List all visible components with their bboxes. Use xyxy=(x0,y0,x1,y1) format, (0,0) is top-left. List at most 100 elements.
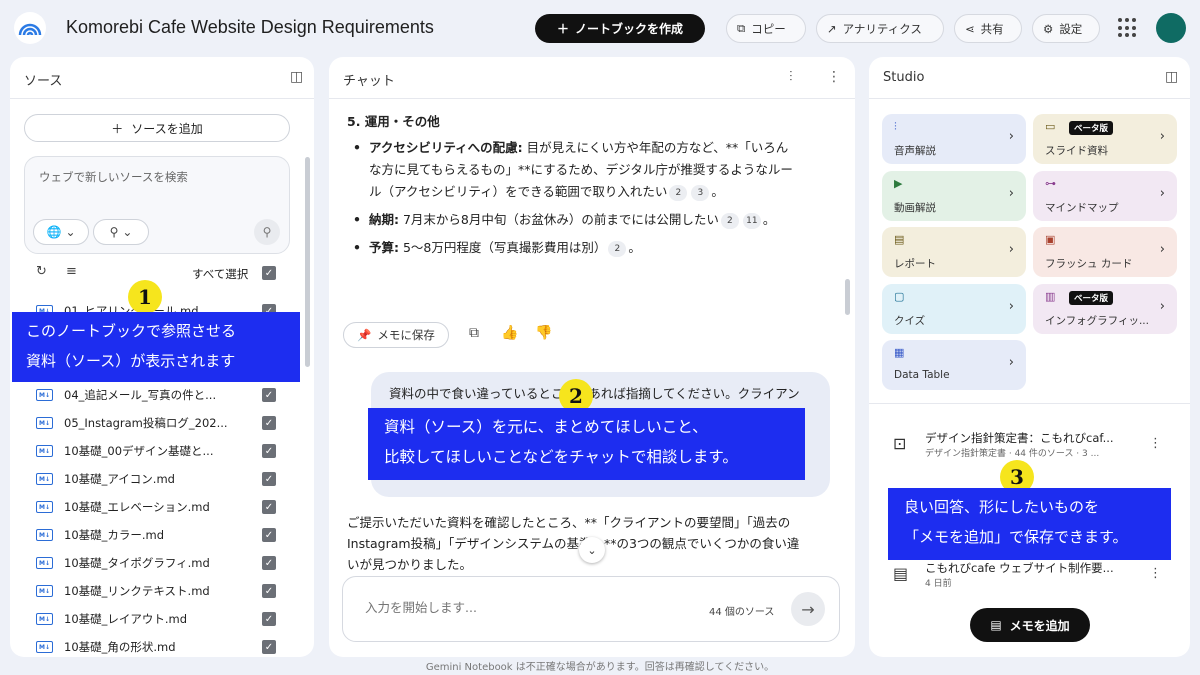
report-icon: ⊡ xyxy=(893,434,907,453)
studio-tile[interactable]: ⊶ マインドマップ › xyxy=(1033,170,1177,221)
citation-chip[interactable]: 2 xyxy=(669,185,688,201)
source-item[interactable]: M↓ 10基礎_リンクテキスト.md ✓ xyxy=(24,577,290,605)
source-checkbox[interactable]: ✓ xyxy=(262,500,276,514)
studio-tile[interactable]: ▣ フラッシュ カード › xyxy=(1033,227,1177,277)
search-mode-dropdown[interactable]: ⚲ ⌄ xyxy=(93,219,149,245)
thumbs-down-icon[interactable]: 👎 xyxy=(535,325,552,341)
source-checkbox[interactable]: ✓ xyxy=(262,612,276,626)
plus-icon: ＋ xyxy=(556,22,569,36)
sources-header: ソース ◫ xyxy=(10,57,314,99)
pin-icon: 📌 xyxy=(357,328,372,342)
add-source-button[interactable]: ＋ ソースを追加 xyxy=(24,114,290,142)
source-item[interactable]: M↓ 05_Instagram投稿ログ_202... ✓ xyxy=(24,409,290,437)
citation-chip[interactable]: 11 xyxy=(742,213,761,229)
callout-1-line2: 資料（ソース）が表示されます xyxy=(26,352,236,370)
copy-icon[interactable]: ⧉ xyxy=(469,325,479,341)
more-vert-icon[interactable]: ⋮ xyxy=(1149,566,1162,581)
source-count: 44 個のソース xyxy=(709,607,775,618)
bullet-item: 納期: 7月末から8月中旬（お盆休み）の前までには公開したい211。 xyxy=(347,209,797,231)
share-button[interactable]: ⋖ 共有 xyxy=(954,14,1022,43)
save-to-note-button[interactable]: 📌 メモに保存 xyxy=(343,322,449,348)
markdown-file-icon: M↓ xyxy=(36,641,53,653)
studio-tile-label: Data Table xyxy=(894,369,950,381)
source-item[interactable]: M↓ 10基礎_角の形状.md ✓ xyxy=(24,633,290,657)
source-checkbox[interactable]: ✓ xyxy=(262,472,276,486)
quiz-icon: ▢ xyxy=(894,289,905,303)
studio-tile[interactable]: ⫶ 音声解説 › xyxy=(882,114,1026,164)
tune-icon[interactable]: ⫶ xyxy=(789,69,793,85)
source-item[interactable]: M↓ 10基礎_カラー.md ✓ xyxy=(24,521,290,549)
trend-icon: ↗ xyxy=(827,21,837,36)
refresh-icon[interactable]: ↻ xyxy=(36,264,47,279)
studio-tile[interactable]: ▦ Data Table › xyxy=(882,340,1026,390)
avatar[interactable] xyxy=(1156,13,1186,43)
notebook-title[interactable]: Komorebi Cafe Website Design Requirement… xyxy=(66,17,434,38)
citation-chip[interactable]: 3 xyxy=(691,185,710,201)
analytics-label: アナリティクス xyxy=(842,21,922,36)
more-vert-icon[interactable]: ⋮ xyxy=(827,69,841,85)
source-checkbox[interactable]: ✓ xyxy=(262,528,276,542)
more-vert-icon[interactable]: ⋮ xyxy=(1149,436,1162,451)
studio-tile[interactable]: ▢ クイズ › xyxy=(882,283,1026,334)
studio-panel: Studio ◫ ⫶ 音声解説 › ▭ ベータ版 スライド資料 › ▶ 動画解説 › ⊶ マインドマッ… xyxy=(869,57,1190,657)
search-submit-button[interactable]: ⚲ xyxy=(254,219,280,245)
studio-tile-label: 動画解説 xyxy=(894,201,936,214)
create-notebook-button[interactable]: ＋ ノートブックを作成 xyxy=(535,14,705,43)
select-all-checkbox[interactable]: ✓ xyxy=(262,266,276,280)
source-checkbox[interactable]: ✓ xyxy=(262,444,276,458)
citation-chip[interactable]: 2 xyxy=(720,213,739,229)
source-item[interactable]: M↓ 10基礎_エレベーション.md ✓ xyxy=(24,493,290,521)
markdown-file-icon: M↓ xyxy=(36,557,53,569)
note-item[interactable]: ⊡ デザイン指針策定書：こもれびcaf... デザイン指針策定書 · 44 件のソー… xyxy=(887,430,1177,464)
source-item-label: 05_Instagram投稿ログ_202... xyxy=(64,416,228,430)
sort-icon[interactable]: ≡ xyxy=(66,264,77,279)
source-checkbox[interactable]: ✓ xyxy=(262,416,276,430)
source-controls: ↻ ≡ すべて選択 ✓ xyxy=(24,264,290,284)
citation-chip[interactable]: 2 xyxy=(608,241,627,257)
source-item[interactable]: M↓ 04_追記メール_写真の件と... ✓ xyxy=(24,381,290,409)
sources-scrollbar[interactable] xyxy=(305,157,310,367)
source-item[interactable]: M↓ 10基礎_00デザイン基礎と... ✓ xyxy=(24,437,290,465)
web-source-dropdown[interactable]: 🌐 ⌄ xyxy=(33,219,89,245)
studio-tile[interactable]: ▥ ベータ版 インフォグラフィッ... › xyxy=(1033,283,1177,334)
notebook-logo-icon[interactable] xyxy=(14,12,46,44)
chat-input[interactable] xyxy=(365,600,665,615)
note-item[interactable]: ▤ こもれびcafe ウェブサイト制作要... 4 日前 ⋮ xyxy=(887,560,1177,594)
table-icon: ▦ xyxy=(894,346,905,359)
source-checkbox[interactable]: ✓ xyxy=(262,640,276,654)
scroll-down-button[interactable]: ⌄ xyxy=(579,537,605,563)
chevron-right-icon: › xyxy=(1159,298,1165,314)
share-icon: ⋖ xyxy=(965,21,975,36)
collapse-panel-icon[interactable]: ◫ xyxy=(1165,69,1178,85)
callout-2: 資料（ソース）を元に、まとめてほしいこと、 比較してほしいことなどをチャットで相… xyxy=(368,408,805,480)
source-item[interactable]: M↓ 10基礎_レイアウト.md ✓ xyxy=(24,605,290,633)
source-checkbox[interactable]: ✓ xyxy=(262,556,276,570)
thumbs-up-icon[interactable]: 👍 xyxy=(501,325,518,341)
source-item[interactable]: M↓ 10基礎_タイポグラフィ.md ✓ xyxy=(24,549,290,577)
send-button[interactable]: → xyxy=(791,592,825,626)
studio-tile[interactable]: ▭ ベータ版 スライド資料 › xyxy=(1033,114,1177,164)
analytics-button[interactable]: ↗ アナリティクス xyxy=(816,14,944,43)
bullet-end: 。 xyxy=(628,240,641,255)
studio-tile-label: マインドマップ xyxy=(1045,201,1119,214)
source-search-input[interactable]: ウェブで新しいソースを検索 xyxy=(39,169,188,185)
settings-button[interactable]: ⚙ 設定 xyxy=(1032,14,1100,43)
save-to-note-label: メモに保存 xyxy=(377,328,435,342)
chat-scrollbar[interactable] xyxy=(845,279,850,315)
add-note-button[interactable]: ▤ メモを追加 xyxy=(970,608,1090,642)
studio-tile[interactable]: ▤ レポート › xyxy=(882,227,1026,277)
chat-response: 5. 運用・その他 アクセシビリティへの配慮: 目が見えにくい方や年配の方など、… xyxy=(347,111,797,265)
note-title: こもれびcafe ウェブサイト制作要... xyxy=(925,561,1114,575)
sources-title: ソース xyxy=(24,74,63,89)
chevron-right-icon: › xyxy=(1159,185,1165,201)
studio-tile[interactable]: ▶ 動画解説 › xyxy=(882,170,1026,221)
source-checkbox[interactable]: ✓ xyxy=(262,584,276,598)
copy-button[interactable]: ⧉ コピー xyxy=(726,14,806,43)
collapse-panel-icon[interactable]: ◫ xyxy=(290,69,303,85)
source-item[interactable]: M↓ 10基礎_アイコン.md ✓ xyxy=(24,465,290,493)
apps-grid-icon[interactable] xyxy=(1118,18,1138,38)
markdown-file-icon: M↓ xyxy=(36,585,53,597)
markdown-file-icon: M↓ xyxy=(36,445,53,457)
video-icon: ▶ xyxy=(894,176,903,190)
source-checkbox[interactable]: ✓ xyxy=(262,388,276,402)
